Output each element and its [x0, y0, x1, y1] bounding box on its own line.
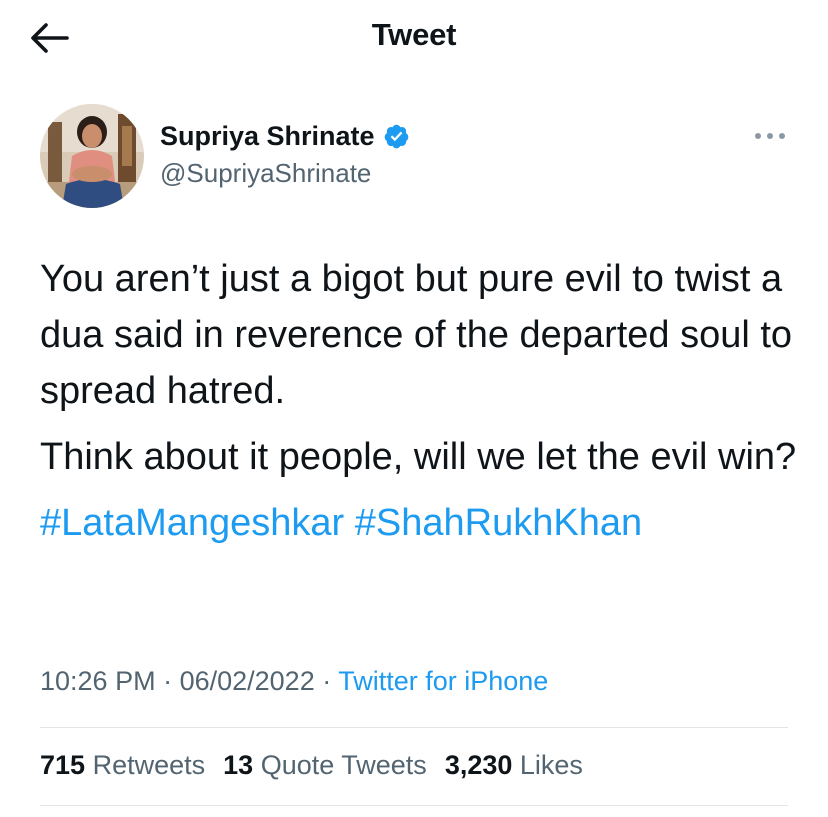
retweets-count: 715	[40, 750, 86, 780]
tweet-source-link[interactable]: Twitter for iPhone	[338, 666, 548, 696]
divider	[40, 805, 788, 806]
top-bar: Tweet	[0, 0, 828, 74]
quote-tweets-stat[interactable]: 13 Quote Tweets	[223, 750, 427, 781]
quote-tweets-label: Quote Tweets	[260, 750, 427, 780]
tweet-time[interactable]: 10:26 PM	[40, 666, 156, 696]
hashtag-list: #LataMangeshkar #ShahRukhKhan	[40, 495, 800, 551]
more-options-button[interactable]	[752, 124, 788, 148]
tweet-paragraph: You aren’t just a bigot but pure evil to…	[40, 258, 793, 412]
verified-badge-icon	[384, 124, 408, 149]
tweet-metadata: 10:26 PM · 06/02/2022 · Twitter for iPho…	[40, 666, 548, 697]
author-name[interactable]: Supriya Shrinate	[160, 121, 410, 152]
quote-tweets-count: 13	[223, 750, 254, 780]
engagement-stats: 715 Retweets 13 Quote Tweets 3,230 Likes	[40, 750, 583, 781]
retweets-stat[interactable]: 715 Retweets	[40, 750, 205, 781]
retweets-label: Retweets	[92, 750, 206, 780]
likes-count: 3,230	[444, 750, 513, 780]
likes-stat[interactable]: 3,230 Likes	[445, 750, 583, 781]
author-name-text: Supriya Shrinate	[160, 121, 375, 151]
author-handle[interactable]: @SupriyaShrinate	[160, 158, 371, 189]
hashtag-link[interactable]: #LataMangeshkar	[40, 502, 344, 544]
meta-separator: ·	[155, 666, 180, 696]
tweet-text: You aren’t just a bigot but pure evil to…	[40, 251, 800, 551]
avatar[interactable]	[40, 104, 144, 208]
hashtag-link[interactable]: #ShahRukhKhan	[355, 502, 642, 544]
likes-label: Likes	[519, 750, 583, 780]
divider	[40, 727, 788, 728]
meta-separator: ·	[314, 666, 339, 696]
tweet-date[interactable]: 06/02/2022	[180, 666, 315, 696]
page-title: Tweet	[371, 17, 457, 52]
tweet-paragraph: Think about it people, will we let the e…	[40, 436, 797, 478]
more-horizontal-icon	[755, 133, 785, 139]
